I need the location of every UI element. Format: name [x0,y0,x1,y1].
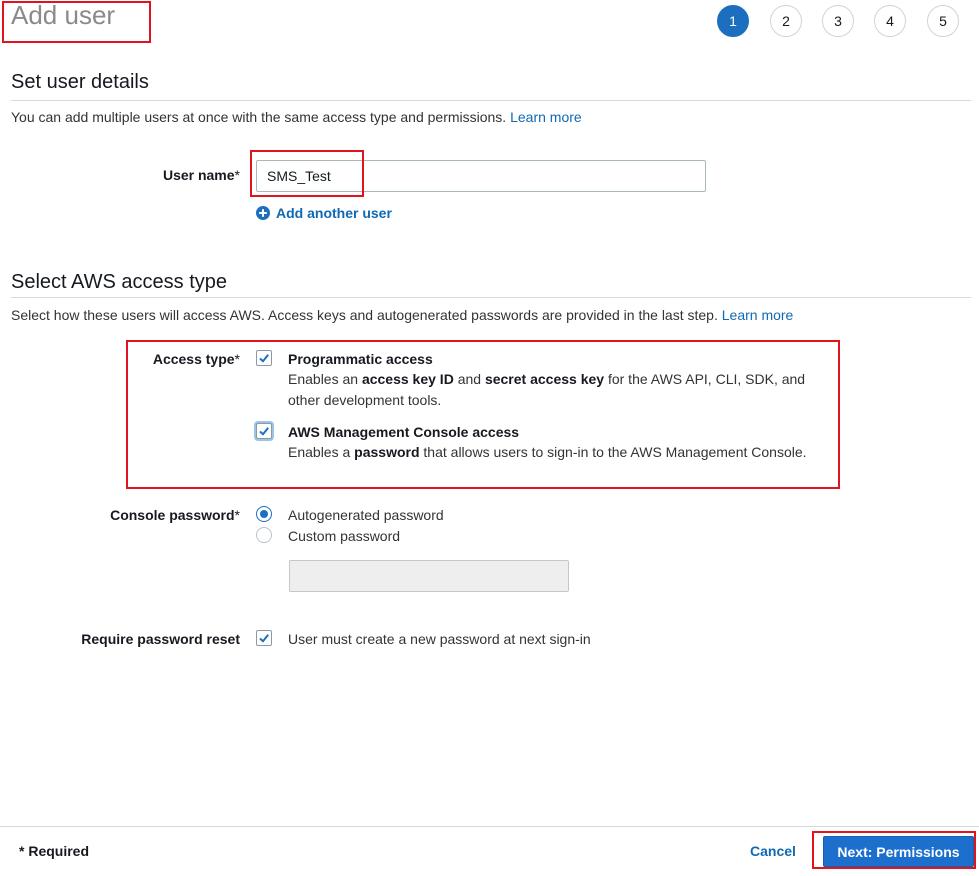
custom-password-radio[interactable] [256,527,272,543]
user-details-description: You can add multiple users at once with … [11,108,582,126]
next-button-highlight [812,831,976,869]
programmatic-access-checkbox[interactable] [256,350,272,366]
section-title-access-type: Select AWS access type [11,271,228,293]
console-password-label: Console password* [10,506,240,524]
required-mark: * [234,507,240,523]
user-name-highlight [250,150,364,197]
access-description-text: Select how these users will access AWS. … [11,307,718,323]
user-name-label: User name* [10,166,240,184]
custom-password-input[interactable] [289,560,569,592]
step-3[interactable]: 3 [822,5,854,37]
require-password-reset-checkbox[interactable] [256,630,272,646]
learn-more-link[interactable]: Learn more [722,307,794,323]
step-4[interactable]: 4 [874,5,906,37]
desc-part: Enables a [288,444,355,460]
section-divider [11,297,971,298]
required-mark: * [234,351,240,367]
autogenerated-password-label: Autogenerated password [288,507,444,523]
section-divider [11,100,971,101]
require-password-reset-text: User must create a new password at next … [288,631,591,647]
learn-more-link[interactable]: Learn more [510,109,582,125]
console-access-checkbox[interactable] [256,423,272,439]
console-access-description: Enables a password that allows users to … [288,442,848,463]
require-password-reset-label: Require password reset [81,631,240,647]
radio-dot [260,510,268,518]
desc-bold: secret access key [484,371,605,387]
checkmark-icon [259,427,269,436]
checkmark-icon [259,634,269,643]
user-name-label-text: User name [162,167,235,183]
cancel-button[interactable]: Cancel [750,843,796,859]
footer-divider [0,826,979,827]
autogenerated-password-radio[interactable] [256,506,272,522]
plus-circle-icon [256,206,270,220]
checkmark-icon [259,354,269,363]
desc-part: Enables an [288,371,362,387]
title-highlight [2,1,151,43]
access-description: Select how these users will access AWS. … [11,306,793,324]
desc-bold: access key ID [361,371,454,387]
access-type-label-text: Access type [152,351,235,367]
step-5[interactable]: 5 [927,5,959,37]
console-access-title: AWS Management Console access [288,424,520,440]
console-password-label-text: Console password [110,507,235,523]
add-another-user-button[interactable]: Add another user [256,205,392,221]
desc-bold: password [354,444,420,460]
user-details-description-text: You can add multiple users at once with … [11,109,507,125]
access-type-label: Access type* [10,350,240,368]
step-1[interactable]: 1 [717,5,749,37]
desc-part: that allows users to sign-in to the AWS … [419,444,807,460]
required-mark: * [234,167,240,183]
required-note: * Required [19,843,90,859]
add-another-user-label: Add another user [276,205,392,221]
programmatic-access-title: Programmatic access [288,351,433,367]
programmatic-access-description: Enables an access key ID and secret acce… [288,369,818,411]
step-2[interactable]: 2 [770,5,802,37]
custom-password-label: Custom password [288,528,401,544]
desc-part: and [453,371,485,387]
section-title-user-details: Set user details [11,71,149,93]
